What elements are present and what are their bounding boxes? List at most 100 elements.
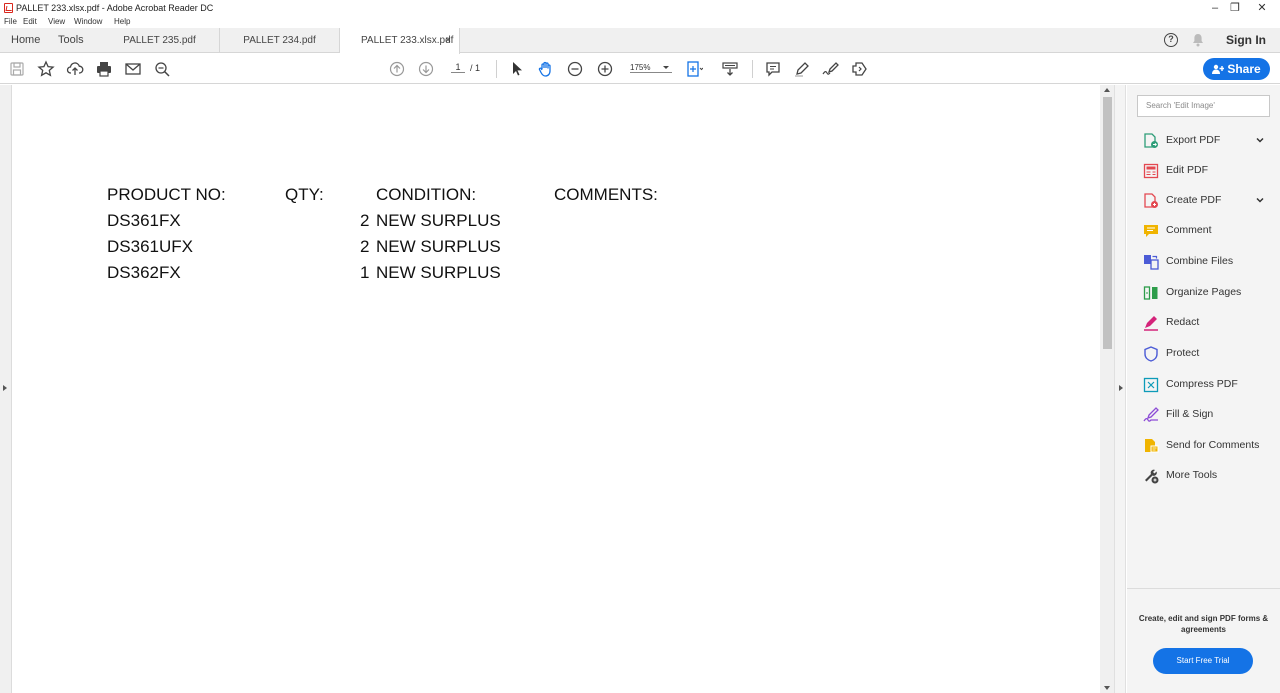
close-tab-icon[interactable]: ×: [445, 28, 451, 53]
select-cursor-icon[interactable]: [508, 60, 526, 78]
row-product: DS362FX: [107, 263, 181, 282]
tool-compress-pdf[interactable]: Compress PDF: [1127, 372, 1280, 398]
fill-sign-icon: [1143, 407, 1159, 423]
scrolling-mode-icon[interactable]: [721, 60, 739, 78]
share-button[interactable]: Share: [1203, 58, 1270, 80]
tool-edit-pdf[interactable]: Edit PDF: [1127, 158, 1280, 184]
tool-more-tools[interactable]: More Tools: [1127, 463, 1280, 489]
row-qty: 2: [360, 211, 370, 230]
tool-comment[interactable]: Comment: [1127, 218, 1280, 244]
close-window-button[interactable]: ✕: [1252, 0, 1272, 16]
send-for-comments-icon: [1143, 438, 1159, 454]
more-tools-icon: [1143, 468, 1159, 484]
collapse-right-pane-icon[interactable]: [1119, 385, 1123, 391]
tool-label: More Tools: [1166, 469, 1218, 481]
zoom-level-select[interactable]: 175%: [630, 63, 672, 73]
vertical-scrollbar[interactable]: [1100, 85, 1114, 693]
save-icon[interactable]: [8, 60, 26, 78]
comment-tool-icon[interactable]: [764, 60, 782, 78]
tool-redact[interactable]: Redact: [1127, 310, 1280, 336]
tool-organize-pages[interactable]: Organize Pages: [1127, 280, 1280, 306]
doc-tab-label: PALLET 235.pdf: [123, 35, 196, 46]
tool-send-for-comments[interactable]: Send for Comments: [1127, 433, 1280, 459]
sign-pen-icon[interactable]: [822, 60, 840, 78]
menu-help[interactable]: Help: [114, 16, 130, 28]
maximize-button[interactable]: ❐: [1225, 0, 1245, 16]
scroll-down-icon[interactable]: [1104, 686, 1110, 690]
edit-pdf-icon: [1143, 163, 1159, 179]
doc-tab-pallet-235[interactable]: PALLET 235.pdf: [100, 28, 220, 53]
tool-label: Protect: [1166, 347, 1200, 359]
zoom-in-icon[interactable]: [596, 60, 614, 78]
toolbar-divider: [752, 60, 753, 78]
export-pdf-icon: [1143, 133, 1159, 149]
tab-tools[interactable]: Tools: [58, 28, 84, 53]
trial-promo: Create, edit and sign PDF forms & agreem…: [1127, 588, 1280, 693]
header-comments: COMMENTS:: [554, 185, 658, 204]
right-pane-toggle[interactable]: [1114, 85, 1126, 693]
toolbar: 1 / 1 175% Share: [0, 54, 1280, 84]
scroll-thumb[interactable]: [1103, 97, 1112, 349]
chevron-down-icon[interactable]: [1254, 134, 1266, 146]
row-condition: NEW SURPLUS: [376, 237, 501, 256]
comment-icon: [1143, 223, 1159, 239]
page-total: / 1: [470, 63, 481, 73]
protect-icon: [1143, 346, 1159, 362]
menu-view[interactable]: View: [48, 16, 65, 28]
tool-fill-sign[interactable]: Fill & Sign: [1127, 402, 1280, 428]
tab-home[interactable]: Home: [11, 28, 40, 53]
tool-label: Export PDF: [1166, 134, 1221, 146]
bookmark-star-icon[interactable]: [37, 60, 55, 78]
zoom-out-icon[interactable]: [566, 60, 584, 78]
zoom-level-value: 175%: [630, 63, 651, 72]
scroll-up-icon[interactable]: [1104, 88, 1110, 92]
menu-window[interactable]: Window: [74, 16, 102, 28]
next-page-icon[interactable]: [417, 60, 435, 78]
row-product: DS361UFX: [107, 237, 193, 256]
minimize-button[interactable]: –: [1205, 0, 1225, 16]
expand-left-pane-icon[interactable]: [3, 385, 7, 391]
document-view[interactable]: PRODUCT NO: QTY: CONDITION: COMMENTS: DS…: [12, 85, 1100, 693]
chevron-down-icon[interactable]: [1254, 194, 1266, 206]
left-nav-rail[interactable]: [0, 85, 12, 693]
tool-label: Send for Comments: [1166, 439, 1260, 451]
doc-tab-pallet-233[interactable]: PALLET 233.xlsx.pdf ×: [340, 28, 460, 54]
email-icon[interactable]: [124, 60, 142, 78]
doc-tab-pallet-234[interactable]: PALLET 234.pdf: [220, 28, 340, 53]
tools-search-input[interactable]: Search 'Edit Image': [1137, 95, 1270, 117]
row-condition: NEW SURPLUS: [376, 211, 501, 230]
compress-pdf-icon: [1143, 377, 1159, 393]
print-icon[interactable]: [95, 60, 113, 78]
tool-label: Compress PDF: [1166, 378, 1238, 390]
promo-text: Create, edit and sign PDF forms & agreem…: [1138, 614, 1269, 634]
tools-pane: Search 'Edit Image' Export PDF Edit PDF …: [1127, 85, 1280, 693]
tool-create-pdf[interactable]: Create PDF: [1127, 188, 1280, 214]
title-bar: PALLET 233.xlsx.pdf - Adobe Acrobat Read…: [0, 0, 1280, 16]
tool-combine-files[interactable]: Combine Files: [1127, 249, 1280, 275]
previous-page-icon[interactable]: [388, 60, 406, 78]
acrobat-app-icon: [4, 3, 13, 13]
tool-protect[interactable]: Protect: [1127, 341, 1280, 367]
bell-icon[interactable]: [1192, 33, 1204, 50]
page-number-input[interactable]: 1: [451, 62, 465, 73]
menu-edit[interactable]: Edit: [23, 16, 37, 28]
start-free-trial-button[interactable]: Start Free Trial: [1153, 648, 1253, 674]
share-link-icon[interactable]: [851, 60, 869, 78]
menu-file[interactable]: File: [4, 16, 17, 28]
help-icon[interactable]: ?: [1164, 33, 1178, 47]
search-zoom-icon[interactable]: [153, 60, 171, 78]
tool-export-pdf[interactable]: Export PDF: [1127, 128, 1280, 154]
upload-cloud-icon[interactable]: [66, 60, 84, 78]
highlight-pen-icon[interactable]: [793, 60, 811, 78]
tool-label: Organize Pages: [1166, 286, 1242, 298]
hand-tool-icon[interactable]: [537, 60, 555, 78]
tab-bar: Home Tools PALLET 235.pdf PALLET 234.pdf…: [0, 28, 1280, 54]
tool-label: Create PDF: [1166, 194, 1222, 206]
header-condition: CONDITION:: [376, 185, 477, 204]
redact-icon: [1143, 315, 1159, 331]
row-product: DS361FX: [107, 211, 181, 230]
tool-label: Combine Files: [1166, 255, 1234, 267]
row-qty: 1: [360, 263, 370, 282]
fit-page-icon[interactable]: [685, 60, 703, 78]
sign-in-link[interactable]: Sign In: [1226, 28, 1266, 53]
